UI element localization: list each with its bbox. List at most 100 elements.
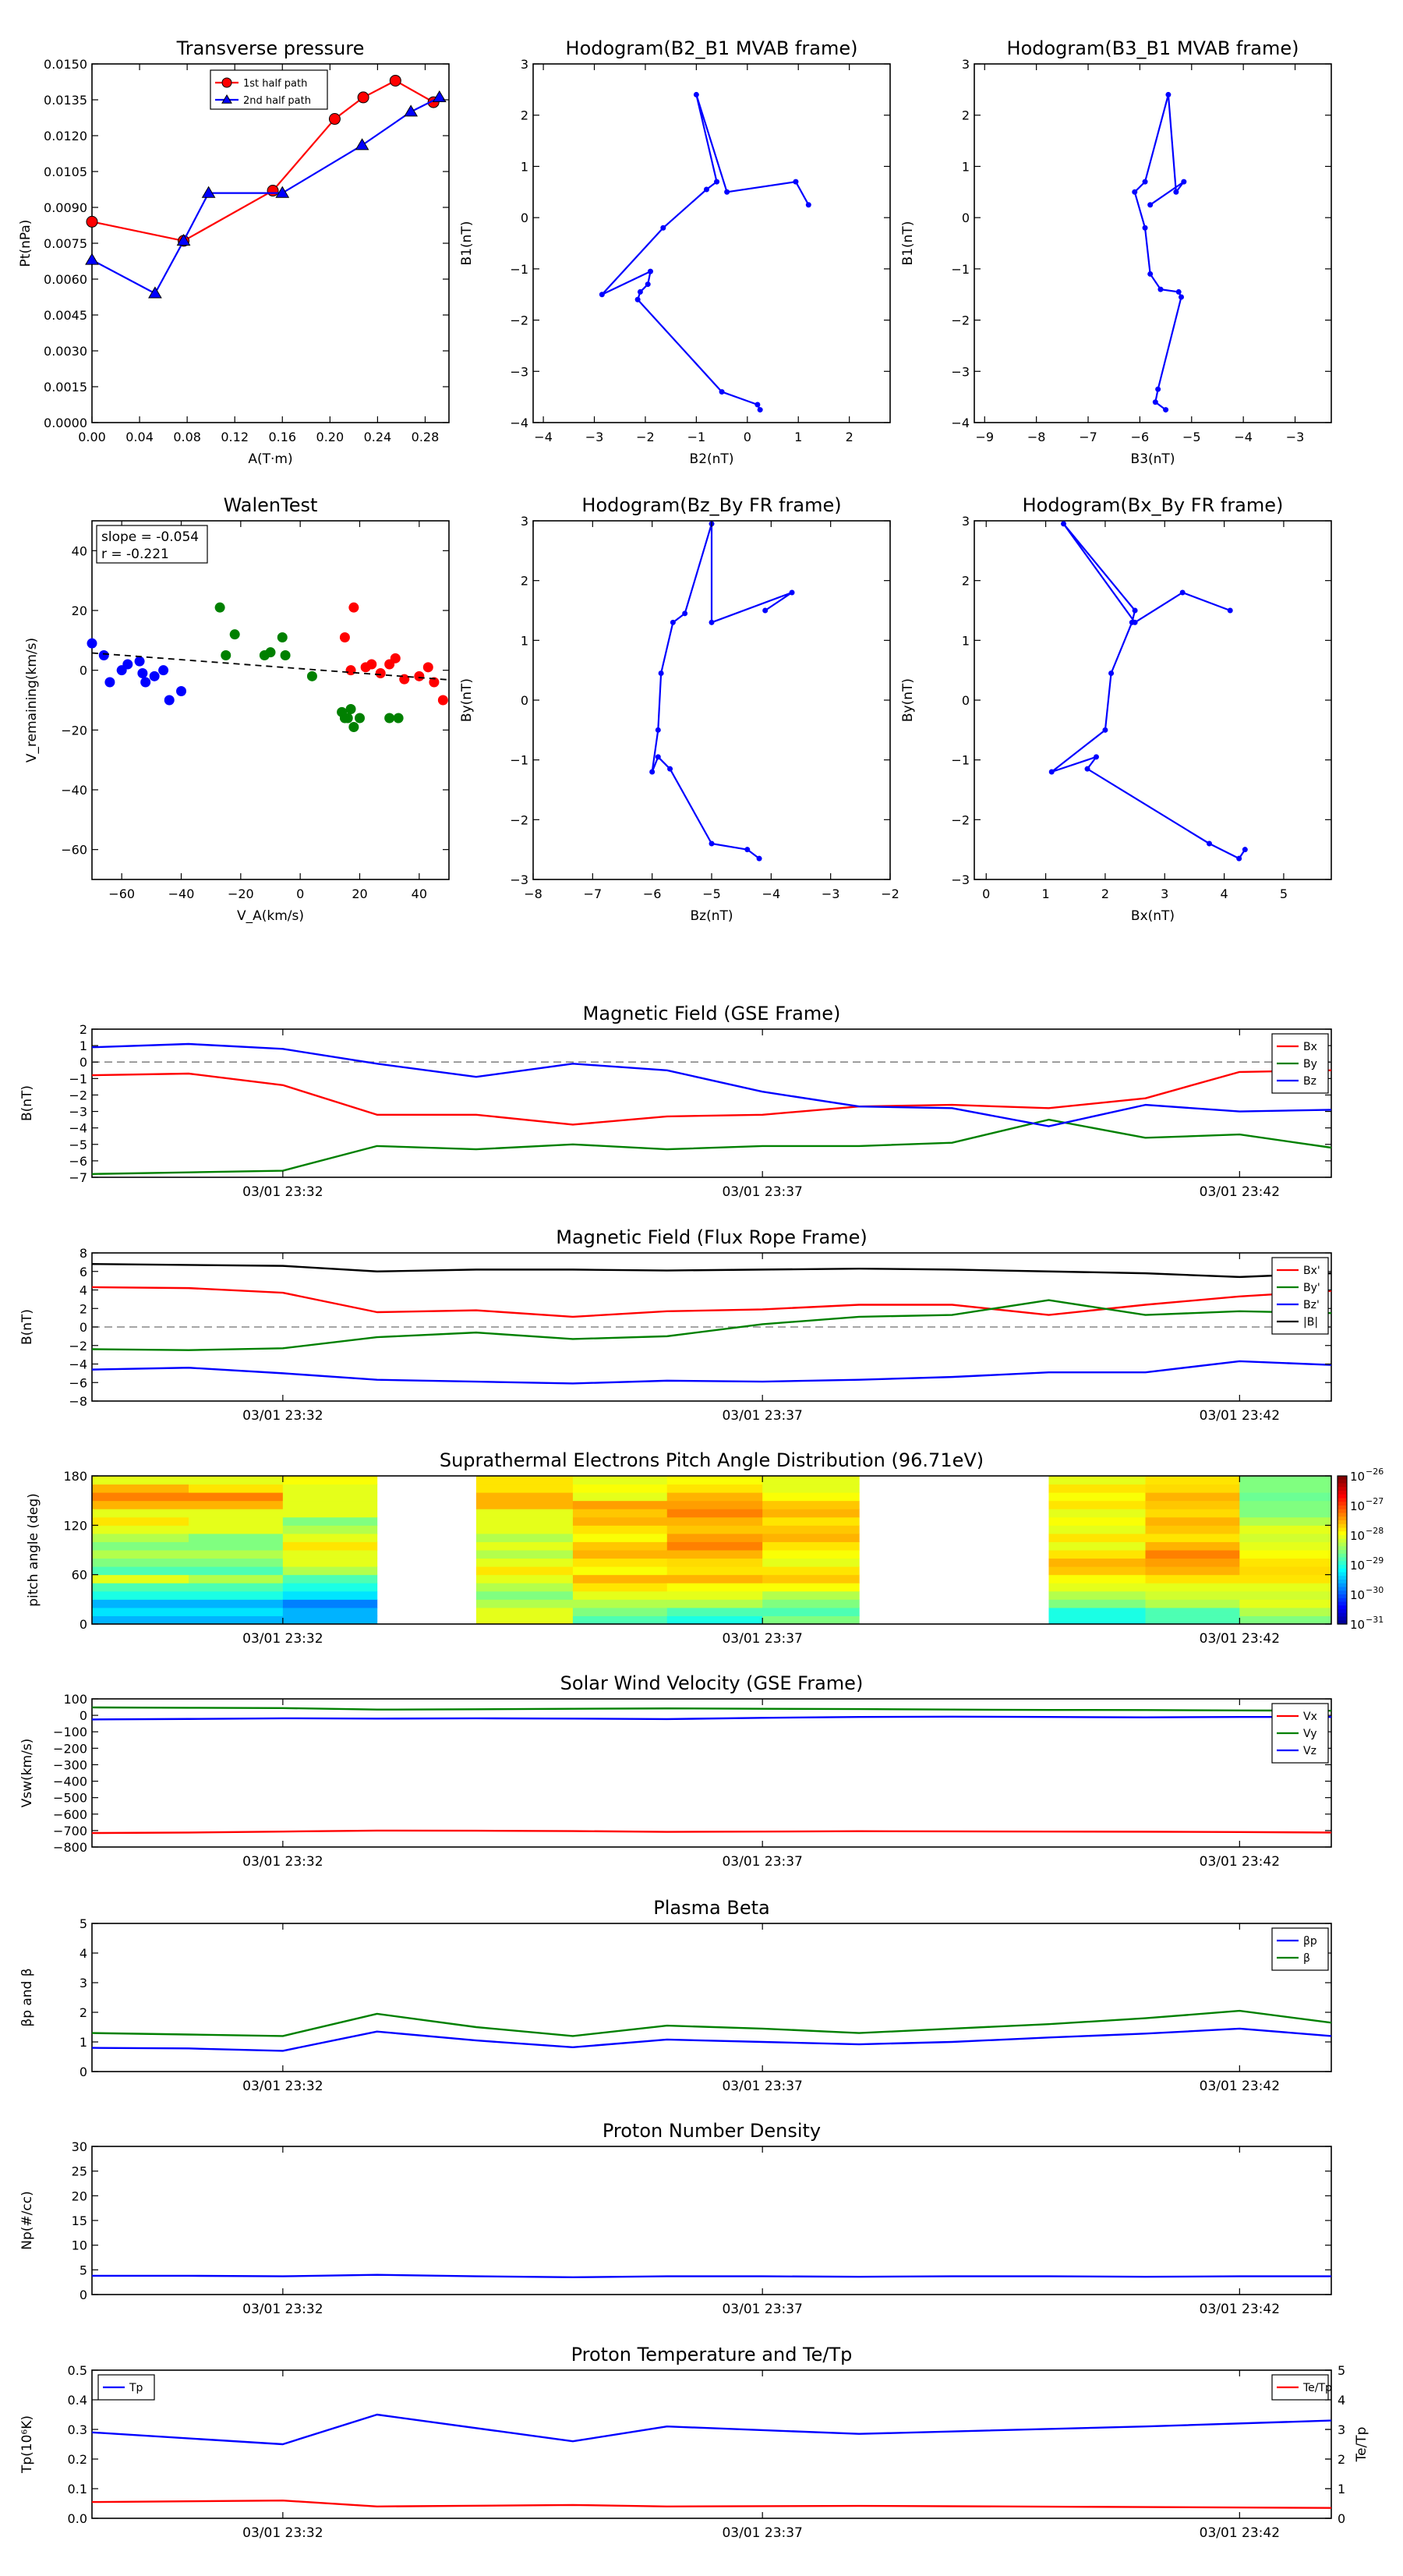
- colorbar-segment: [1338, 1612, 1347, 1618]
- x-axis-label: B2(nT): [690, 451, 734, 467]
- colorbar-label: 10: [1350, 1588, 1365, 1602]
- chart-title: Hodogram(B2_B1 MVAB frame): [566, 37, 858, 59]
- colorbar-segment: [1338, 1561, 1347, 1566]
- data-point: [1179, 589, 1186, 596]
- heatmap-cell: [666, 1574, 763, 1583]
- heatmap-cell: [1239, 1484, 1332, 1493]
- heatmap-cell: [572, 1492, 668, 1502]
- heatmap-cell: [475, 1476, 574, 1485]
- colorbar-exponent: −31: [1366, 1615, 1384, 1625]
- x-tick-label: 0.20: [316, 430, 345, 444]
- y-tick-label: 0.0045: [44, 308, 87, 323]
- data-point: [140, 677, 151, 688]
- heatmap-cell: [1145, 1509, 1240, 1518]
- x-tick-label: 4: [1221, 886, 1228, 901]
- data-point: [1147, 202, 1154, 208]
- colorbar-segment: [1338, 1476, 1347, 1481]
- heatmap-cell: [189, 1476, 284, 1485]
- data-point: [1242, 847, 1248, 853]
- heatmap-cell: [572, 1500, 668, 1509]
- x-tick-label: −6: [643, 886, 662, 901]
- y-tick-label: 0.0105: [44, 165, 87, 179]
- heatmap-cell: [282, 1509, 378, 1518]
- heatmap-cell: [92, 1550, 189, 1559]
- heatmap-cell: [1239, 1500, 1332, 1509]
- x-axis-label: B3(nT): [1131, 451, 1175, 467]
- plot-frame: [91, 520, 450, 880]
- data-point: [342, 713, 353, 724]
- heatmap-cell: [189, 1599, 284, 1608]
- y-tick-label: 5: [80, 2263, 87, 2277]
- heatmap-cell: [282, 1583, 378, 1592]
- colorbar-exponent: −26: [1366, 1467, 1384, 1477]
- y-tick-label: 0.0150: [44, 57, 87, 72]
- legend-label: βp: [1303, 1935, 1317, 1948]
- time-tick-label: 03/01 23:32: [242, 2302, 323, 2317]
- heatmap-cell: [572, 1484, 668, 1493]
- heatmap-cell: [1239, 1615, 1332, 1625]
- x-tick-label: −7: [1079, 430, 1097, 444]
- heatmap-cell: [1145, 1541, 1240, 1551]
- heatmap-cell: [282, 1541, 378, 1551]
- y-tick-label: 0: [521, 211, 528, 225]
- y-tick-label: −700: [53, 1824, 87, 1838]
- data-point: [422, 662, 433, 673]
- heatmap-cell: [1048, 1516, 1146, 1526]
- heatmap-cell: [282, 1533, 378, 1542]
- heatmap-cell: [189, 1583, 284, 1592]
- x-axis-label: Bx(nT): [1131, 908, 1175, 924]
- annotation-r: r = -0.221: [101, 547, 169, 562]
- data-point: [348, 722, 359, 732]
- heatmap-cell: [475, 1599, 574, 1608]
- series-line: [1133, 94, 1185, 411]
- data-point: [328, 113, 341, 126]
- y-tick-label: 4: [80, 1283, 87, 1298]
- legend-label: Bz: [1303, 1075, 1316, 1088]
- data-point: [176, 686, 186, 696]
- time-tick-label: 03/01 23:37: [722, 2079, 802, 2094]
- heatmap-cell: [1048, 1500, 1146, 1509]
- heatmap-cell: [189, 1591, 284, 1600]
- heatmap-cell: [1048, 1566, 1146, 1576]
- data-point: [339, 632, 350, 642]
- heatmap-cell: [189, 1516, 284, 1526]
- legend-label: 1st half path: [243, 78, 307, 90]
- colorbar-segment: [1338, 1568, 1347, 1573]
- plot-frame: [91, 2146, 1332, 2295]
- y-tick-label: 0.2: [68, 2452, 87, 2467]
- y-tick-label: −4: [69, 1357, 87, 1372]
- y-tick-label: −3: [951, 364, 970, 379]
- heatmap-cell: [666, 1550, 763, 1559]
- time-tick-label: 03/01 23:32: [242, 2079, 323, 2094]
- heatmap-cell: [1239, 1574, 1332, 1583]
- data-point: [645, 281, 651, 288]
- x-tick-label: 1: [1042, 886, 1050, 901]
- colorbar-segment: [1338, 1516, 1347, 1521]
- x-tick-label: 0.28: [412, 430, 440, 444]
- y-tick-label: 0.0000: [44, 416, 87, 430]
- heatmap-cell: [1239, 1550, 1332, 1559]
- y-tick-label: 100: [63, 1692, 87, 1707]
- y-axis-label: Vsw(km/s): [19, 1739, 35, 1808]
- heatmap-cell: [666, 1516, 763, 1526]
- heatmap-cell: [475, 1574, 574, 1583]
- heatmap-cell: [572, 1525, 668, 1534]
- y-tick-label: −40: [61, 783, 87, 798]
- y-tick-label: 1: [521, 159, 528, 174]
- data-point: [1132, 189, 1138, 195]
- y-tick-label: 2: [80, 1022, 87, 1037]
- heatmap-cell: [475, 1525, 574, 1534]
- y-tick-label: 5: [1338, 2363, 1345, 2378]
- data-point: [1102, 727, 1108, 733]
- y-tick-label: 20: [72, 2189, 87, 2203]
- data-point: [98, 650, 109, 660]
- heatmap-cell: [666, 1591, 763, 1600]
- plot-frame: [974, 63, 1332, 423]
- data-point: [660, 225, 666, 231]
- y-tick-label: −300: [53, 1757, 87, 1772]
- heatmap-cell: [762, 1591, 860, 1600]
- data-point: [355, 713, 365, 724]
- legend-label: |B|: [1303, 1316, 1318, 1329]
- data-point: [1061, 521, 1066, 527]
- heatmap-cell: [282, 1492, 378, 1502]
